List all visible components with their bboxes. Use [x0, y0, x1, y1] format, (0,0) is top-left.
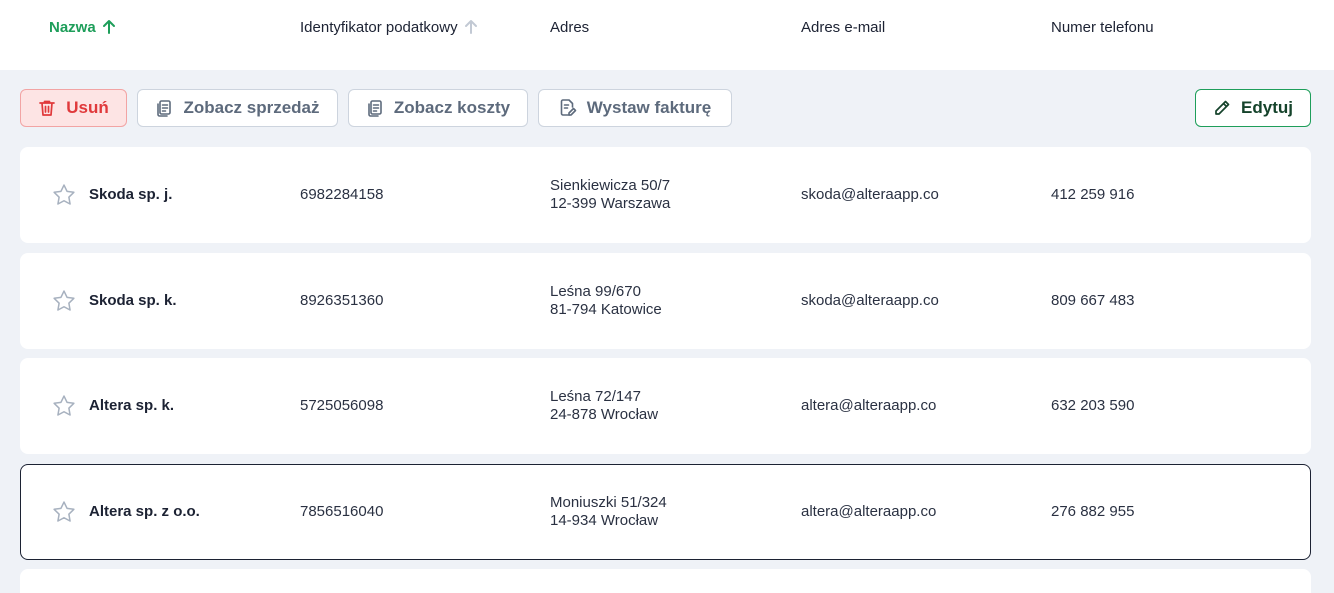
sort-ascending-icon [464, 19, 478, 35]
tax-id: 5725056098 [300, 397, 384, 414]
phone: 412 259 916 [1051, 186, 1135, 203]
edit-button[interactable]: Edytuj [1195, 89, 1311, 127]
address-city: 14-934 Wrocław [550, 512, 659, 529]
phone: 632 203 590 [1051, 397, 1135, 414]
column-header-phone[interactable]: Numer telefonu [1051, 18, 1154, 36]
column-header-phone-label: Numer telefonu [1051, 18, 1154, 36]
column-header-email-label: Adres e-mail [801, 18, 886, 36]
pencil-icon [1213, 99, 1231, 117]
document-icon [155, 99, 173, 117]
table-row[interactable] [20, 569, 1311, 593]
phone: 276 882 955 [1051, 503, 1135, 520]
email: altera@alteraapp.co [801, 397, 937, 414]
company-name: Altera sp. z o.o. [89, 503, 200, 520]
issue-invoice-button[interactable]: Wystaw fakturę [538, 89, 732, 127]
sort-ascending-icon [102, 19, 116, 35]
address-city: 12-399 Warszawa [550, 195, 671, 212]
address: Leśna 99/670 81-794 Katowice [550, 283, 662, 319]
company-name: Skoda sp. k. [89, 292, 177, 309]
star-icon[interactable] [51, 288, 77, 319]
document-icon [366, 99, 384, 117]
tax-id: 6982284158 [300, 186, 384, 203]
email: skoda@alteraapp.co [801, 186, 939, 203]
address-city: 81-794 Katowice [550, 301, 662, 318]
company-name: Skoda sp. j. [89, 186, 173, 203]
star-icon[interactable] [51, 499, 77, 530]
view-sales-button[interactable]: Zobacz sprzedaż [137, 89, 338, 127]
column-header-tax-id-label: Identyfikator podatkowy [300, 18, 458, 36]
issue-invoice-button-label: Wystaw fakturę [586, 98, 712, 117]
address: Sienkiewicza 50/7 12-399 Warszawa [550, 177, 670, 213]
address-street: Leśna 72/147 [550, 388, 641, 405]
column-header-address-label: Adres [550, 18, 590, 36]
star-icon[interactable] [51, 182, 77, 213]
table-row[interactable]: Altera sp. k. 5725056098 Leśna 72/147 24… [20, 358, 1311, 454]
action-toolbar: Usuń Zobacz sprzedaż Zobacz koszty Wysta… [0, 89, 1334, 127]
table-row-selected[interactable]: Altera sp. z o.o. 7856516040 Moniuszki 5… [20, 464, 1311, 560]
tax-id: 7856516040 [300, 503, 384, 520]
view-sales-button-label: Zobacz sprzedaż [183, 98, 320, 117]
column-header-tax-id[interactable]: Identyfikator podatkowy [300, 18, 478, 36]
column-header-address[interactable]: Adres [550, 18, 589, 36]
phone: 809 667 483 [1051, 292, 1135, 309]
invoice-edit-icon [559, 99, 577, 117]
table-row[interactable]: Skoda sp. k. 8926351360 Leśna 99/670 81-… [20, 253, 1311, 349]
star-icon[interactable] [51, 393, 77, 424]
column-header-email[interactable]: Adres e-mail [801, 18, 885, 36]
email: altera@alteraapp.co [801, 503, 937, 520]
view-costs-button[interactable]: Zobacz koszty [348, 89, 528, 127]
trash-icon [38, 99, 56, 117]
delete-button-label: Usuń [66, 98, 109, 117]
address-city: 24-878 Wrocław [550, 406, 659, 423]
view-costs-button-label: Zobacz koszty [393, 98, 511, 117]
edit-button-label: Edytuj [1241, 98, 1293, 117]
address: Leśna 72/147 24-878 Wrocław [550, 388, 658, 424]
address: Moniuszki 51/324 14-934 Wrocław [550, 494, 667, 530]
column-header-name[interactable]: Nazwa [49, 18, 116, 36]
table-row[interactable]: Skoda sp. j. 6982284158 Sienkiewicza 50/… [20, 147, 1311, 243]
address-street: Leśna 99/670 [550, 283, 641, 300]
delete-button[interactable]: Usuń [20, 89, 127, 127]
column-header-name-label: Nazwa [49, 18, 96, 36]
email: skoda@alteraapp.co [801, 292, 939, 309]
tax-id: 8926351360 [300, 292, 384, 309]
table-header: Nazwa Identyfikator podatkowy Adres Adre… [0, 0, 1334, 70]
company-name: Altera sp. k. [89, 397, 175, 414]
address-street: Moniuszki 51/324 [550, 494, 667, 511]
address-street: Sienkiewicza 50/7 [550, 177, 671, 194]
